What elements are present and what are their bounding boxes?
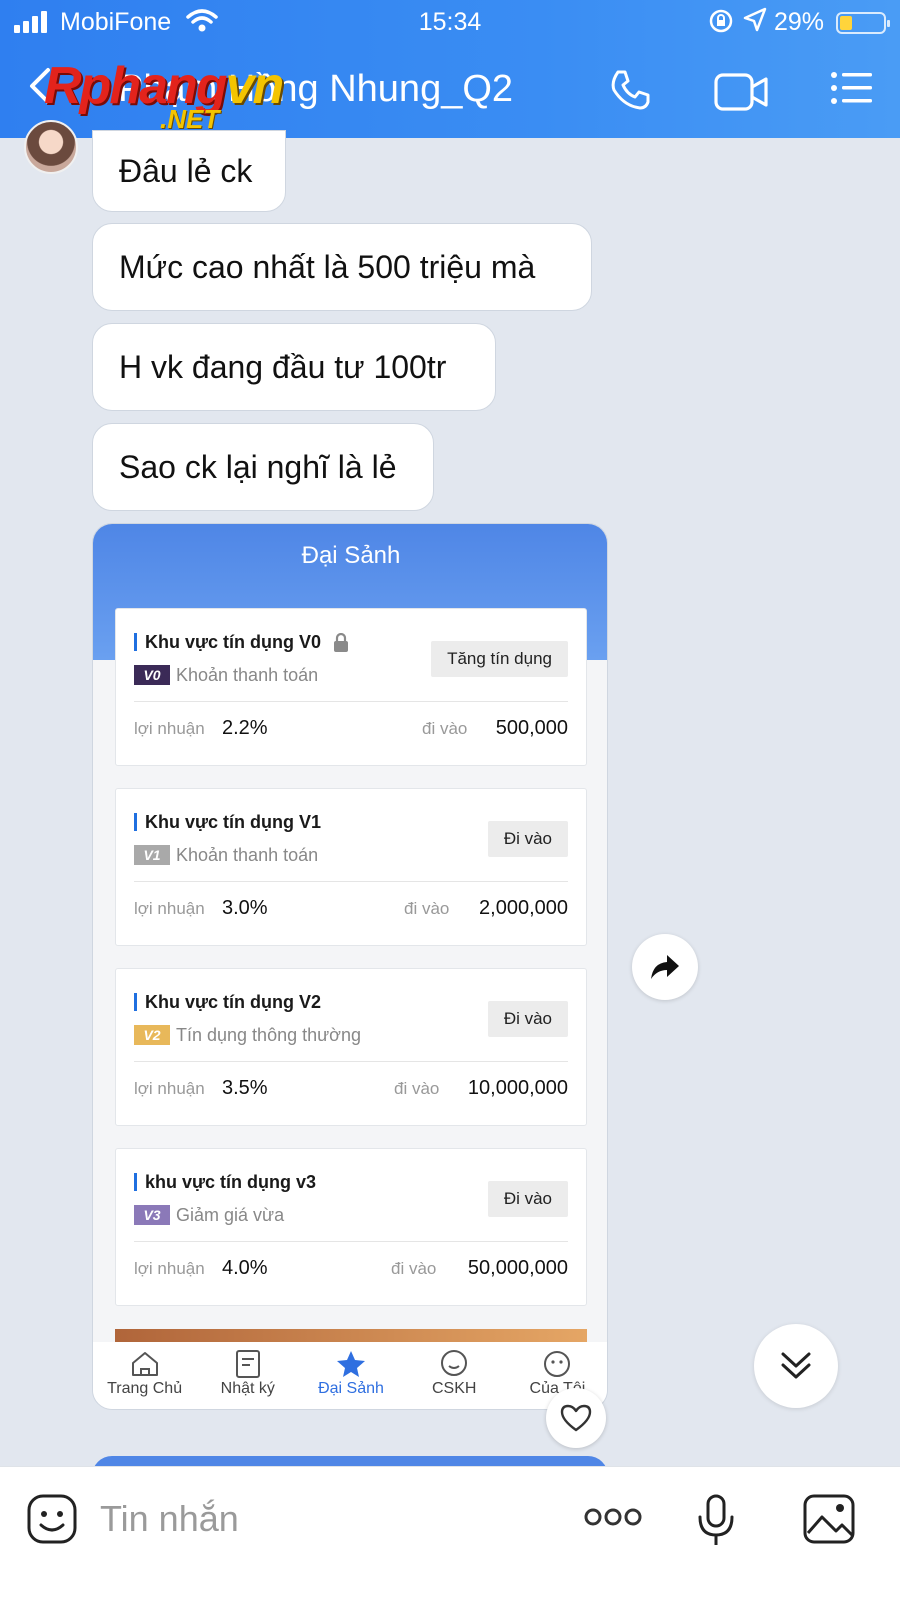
message-input-bar	[0, 1466, 900, 1600]
increase-credit-button[interactable]: Tăng tín dụng	[431, 641, 568, 677]
entry-value: 10,000,000	[467, 1077, 568, 1099]
rotation-lock-icon	[708, 8, 734, 41]
zone-name: Khu vực tín dụng V0	[134, 633, 321, 651]
chevron-left-icon[interactable]	[28, 64, 52, 116]
phone-icon[interactable]	[608, 68, 652, 117]
zone-name: Khu vực tín dụng V1	[134, 813, 321, 831]
tab-home[interactable]: Trang Chủ	[93, 1342, 196, 1409]
entry-value: 50,000,000	[467, 1257, 568, 1279]
battery-icon	[836, 12, 890, 34]
tab-lobby[interactable]: Đại Sảnh	[299, 1342, 402, 1409]
zone-name: khu vực tín dụng v3	[134, 1173, 316, 1191]
app-tab-bar: Trang Chủ Nhật ký Đại Sảnh CSKH Của Tôi	[93, 1342, 607, 1409]
divider	[134, 881, 568, 882]
profit-label: lợi nhuận	[134, 899, 205, 918]
journal-icon	[196, 1348, 299, 1380]
menu-icon[interactable]	[830, 70, 874, 111]
divider	[134, 701, 568, 702]
profit-label: lợi nhuận	[134, 1259, 205, 1278]
level-badge: V1	[134, 845, 170, 865]
message-bubble[interactable]: Đâu lẻ ck	[92, 130, 286, 212]
battery-percent: 29%	[774, 8, 825, 36]
chat-header: Phạm Hồng Nhung_Q2	[0, 46, 900, 138]
home-icon	[93, 1348, 196, 1380]
message-input[interactable]	[100, 1497, 560, 1541]
location-icon	[742, 6, 768, 41]
scroll-down-icon[interactable]	[754, 1324, 838, 1408]
promo-strip	[115, 1329, 587, 1343]
tab-support[interactable]: CSKH	[403, 1342, 506, 1409]
share-icon[interactable]	[632, 934, 698, 1000]
zone-description: Khoản thanh toán	[176, 665, 319, 685]
message-bubble[interactable]: Sao ck lại nghĩ là lẻ	[92, 423, 434, 511]
level-badge: V0	[134, 665, 170, 685]
chat-icon	[403, 1348, 506, 1380]
microphone-icon[interactable]	[696, 1493, 736, 1554]
lock-icon	[332, 632, 350, 658]
level-badge: V2	[134, 1025, 170, 1045]
tab-label: Đại Sảnh	[318, 1380, 384, 1397]
enter-button[interactable]: Đi vào	[487, 1001, 568, 1037]
more-icon[interactable]	[584, 1505, 642, 1534]
credit-zone-v1: Khu vực tín dụng V1 V1 Khoản thanh toán …	[115, 788, 587, 946]
lobby-title: Đại Sảnh	[301, 542, 401, 569]
divider	[134, 1061, 568, 1062]
profit-value: 4.0%	[222, 1257, 268, 1279]
level-badge: V3	[134, 1205, 170, 1225]
avatar[interactable]	[24, 120, 78, 174]
zone-name: Khu vực tín dụng V2	[134, 993, 321, 1011]
tab-label: Nhật ký	[220, 1380, 275, 1397]
enter-button[interactable]: Đi vào	[487, 1181, 568, 1217]
entry-label: đi vào	[422, 719, 468, 738]
entry-value: 2,000,000	[479, 897, 568, 919]
profit-value: 3.0%	[222, 897, 268, 919]
video-icon[interactable]	[714, 72, 770, 117]
status-bar: MobiFone 15:34 29%	[0, 0, 900, 46]
heart-icon[interactable]	[546, 1388, 606, 1448]
zone-description: Khoản thanh toán	[176, 845, 319, 865]
entry-label: đi vào	[394, 1079, 440, 1098]
message-bubble[interactable]: H vk đang đầu tư 100tr	[92, 323, 496, 411]
entry-label: đi vào	[404, 899, 450, 918]
profit-label: lợi nhuận	[134, 1079, 205, 1098]
gallery-icon[interactable]	[802, 1493, 856, 1550]
star-icon	[299, 1348, 402, 1380]
tab-journal[interactable]: Nhật ký	[196, 1342, 299, 1409]
profit-label: lợi nhuận	[134, 719, 205, 738]
credit-zone-v2: Khu vực tín dụng V2 V2 Tín dụng thông th…	[115, 968, 587, 1126]
entry-value: 500,000	[495, 717, 568, 739]
enter-button[interactable]: Đi vào	[487, 821, 568, 857]
tab-label: Trang Chủ	[107, 1380, 183, 1397]
profit-value: 3.5%	[222, 1077, 268, 1099]
tab-label: CSKH	[431, 1380, 477, 1397]
credit-zone-v0: Khu vực tín dụng V0 V0 Khoản thanh toán …	[115, 608, 587, 766]
message-bubble[interactable]: Mức cao nhất là 500 triệu mà	[92, 223, 592, 311]
credit-zone-v3: khu vực tín dụng v3 V3 Giảm giá vừa Đi v…	[115, 1148, 587, 1306]
profile-icon	[506, 1348, 607, 1380]
profit-value: 2.2%	[222, 717, 268, 739]
zone-description: Tín dụng thông thường	[176, 1025, 361, 1045]
emoji-icon[interactable]	[26, 1493, 78, 1550]
image-message[interactable]: Đại Sảnh Khu vực tín dụng V0 V0 Khoản th…	[92, 523, 608, 1410]
chat-title[interactable]: Phạm Hồng Nhung_Q2	[118, 68, 513, 111]
entry-label: đi vào	[391, 1259, 437, 1278]
top-bar: MobiFone 15:34 29% Phạm Hồng Nhung_Q2	[0, 0, 900, 138]
zone-description: Giảm giá vừa	[176, 1205, 285, 1225]
divider	[134, 1241, 568, 1242]
